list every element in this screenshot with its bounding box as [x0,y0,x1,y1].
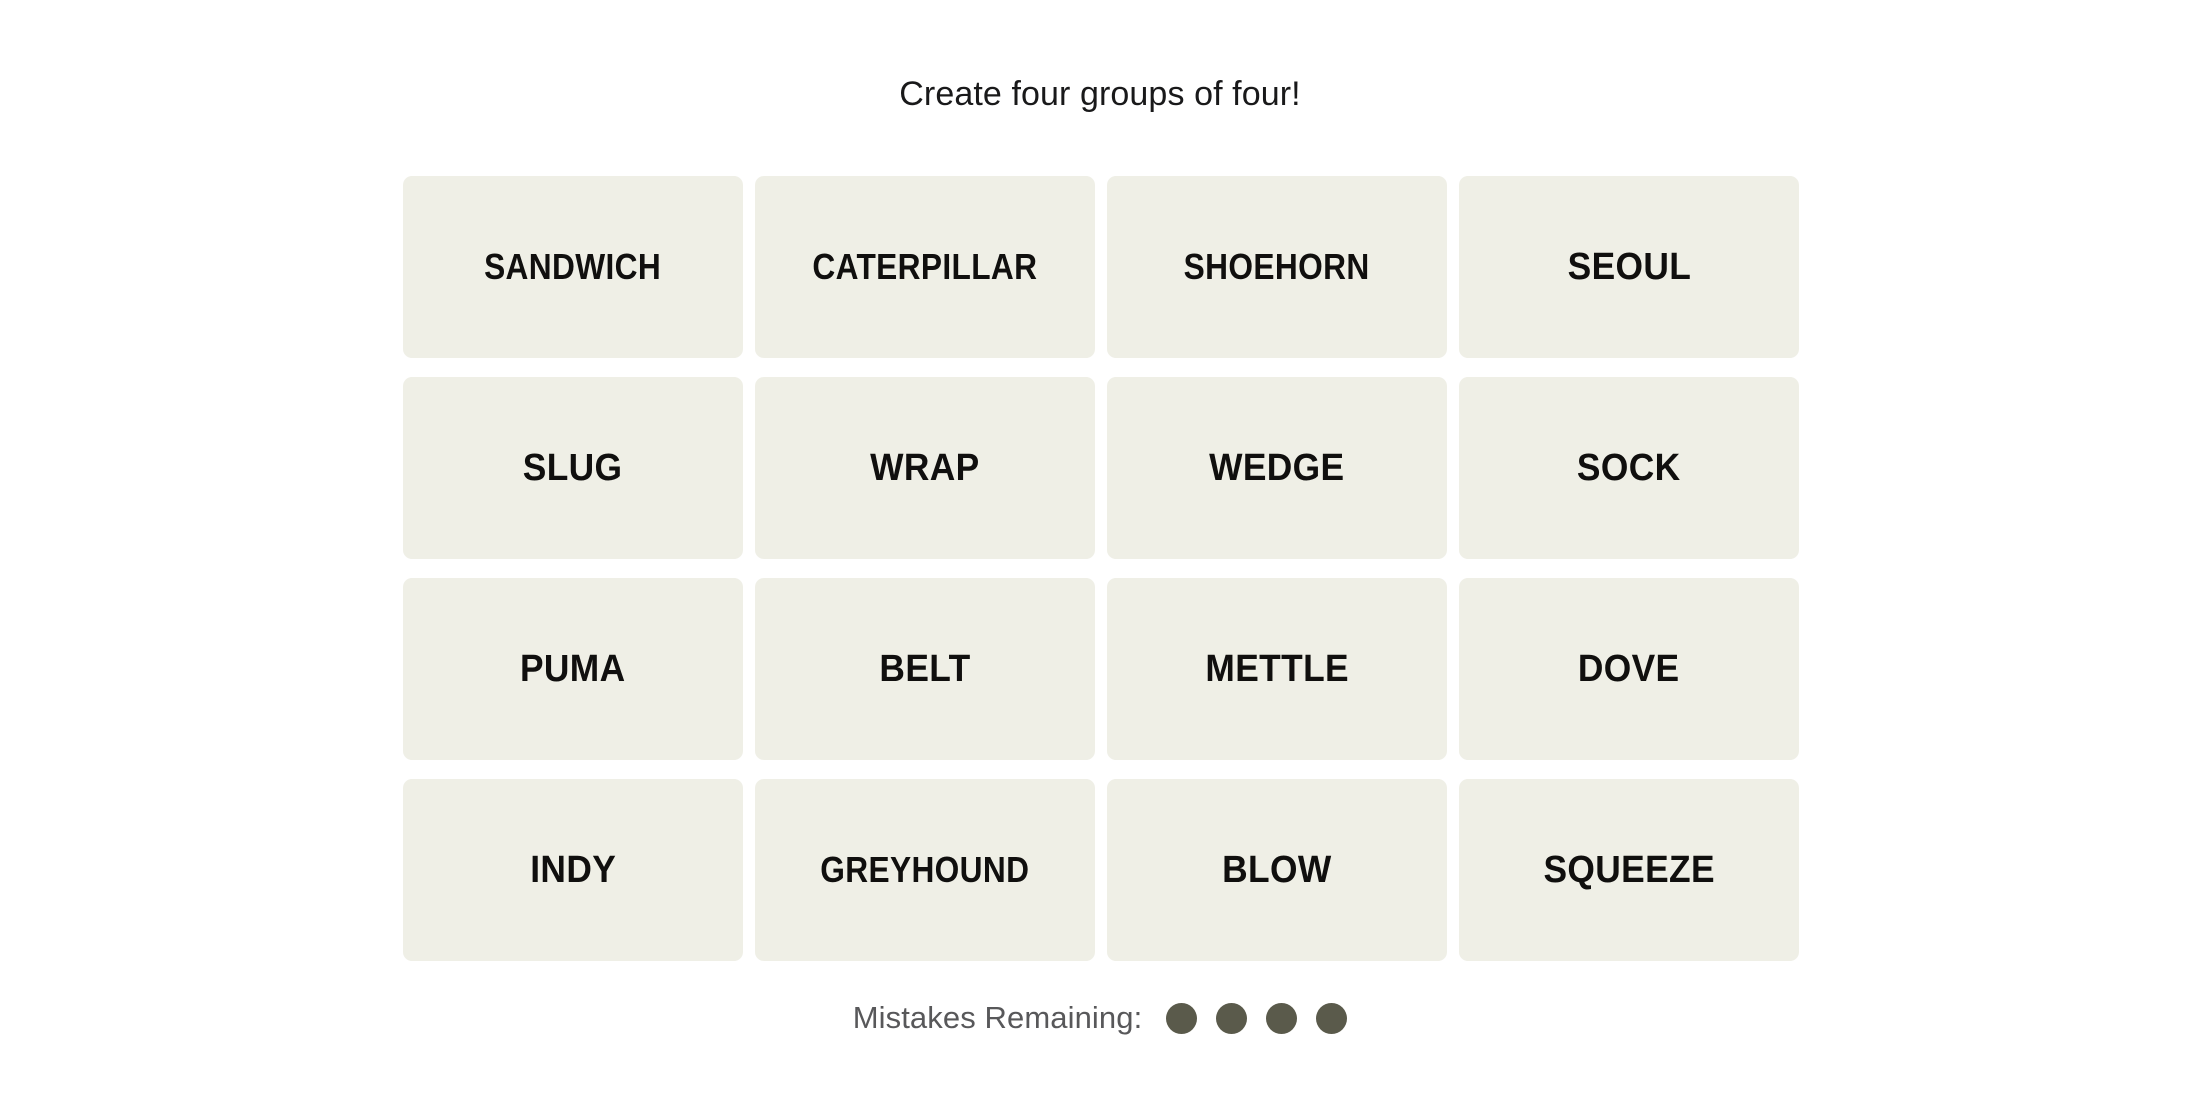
word-tile[interactable]: SOCK [1459,377,1799,559]
word-tile-label: SANDWICH [484,246,662,287]
word-tile-label: SHOEHORN [1184,246,1370,287]
word-tile-label: SLUG [523,446,623,489]
mistakes-label: Mistakes Remaining: [852,1000,1143,1035]
word-tile[interactable]: GREYHOUND [755,779,1095,961]
word-tile[interactable]: BELT [755,578,1095,760]
connections-game: Create four groups of four! SANDWICH CATE… [0,0,2200,1100]
word-tile-label: SOCK [1577,446,1681,489]
word-tile[interactable]: SLUG [403,377,743,559]
word-tile[interactable]: INDY [403,779,743,961]
word-tile-label: BELT [879,647,971,690]
word-tile-label: WRAP [870,446,980,489]
instruction-text: Create four groups of four! [899,75,1301,113]
word-tile-label: DOVE [1578,647,1680,690]
word-tile-label: WEDGE [1209,446,1345,489]
word-tile[interactable]: SANDWICH [403,176,743,358]
word-tile-label: PUMA [520,647,626,690]
word-tile-label: SEOUL [1567,245,1691,288]
word-tile-label: BLOW [1222,848,1332,891]
word-tile[interactable]: WRAP [755,377,1095,559]
mistake-dot [1316,1002,1348,1034]
word-tile[interactable]: SEOUL [1459,176,1799,358]
word-tile-label: SQUEEZE [1543,848,1715,891]
word-tile[interactable]: DOVE [1459,578,1799,760]
word-tile[interactable]: CATERPILLAR [755,176,1095,358]
mistake-dots [1166,1002,1348,1034]
mistakes-remaining: Mistakes Remaining: [0,1000,2200,1036]
word-tile[interactable]: PUMA [403,578,743,760]
word-grid: SANDWICH CATERPILLAR SHOEHORN SEOUL SLUG WRAP… [403,176,1799,961]
mistake-dot [1166,1002,1198,1034]
word-tile-label: CATERPILLAR [812,246,1038,287]
word-tile[interactable]: BLOW [1107,779,1447,961]
mistake-dot [1266,1002,1298,1034]
word-tile-label: METTLE [1205,647,1349,690]
mistake-dot [1216,1002,1248,1034]
word-tile-label: GREYHOUND [820,849,1030,890]
word-tile[interactable]: WEDGE [1107,377,1447,559]
word-tile-label: INDY [530,848,616,891]
page-title: Create four groups of four! [0,74,2200,115]
word-tile[interactable]: METTLE [1107,578,1447,760]
word-tile[interactable]: SHOEHORN [1107,176,1447,358]
word-tile[interactable]: SQUEEZE [1459,779,1799,961]
